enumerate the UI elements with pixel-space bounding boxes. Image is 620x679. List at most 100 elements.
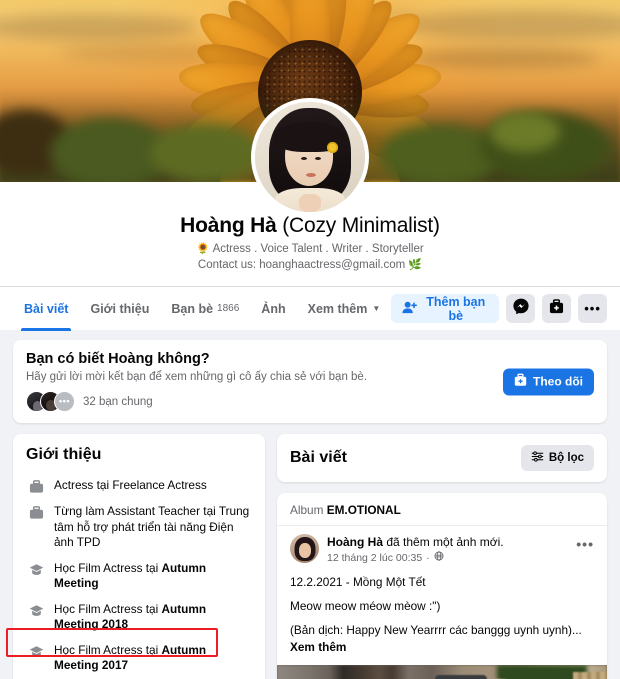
- chevron-down-icon: ▼: [372, 304, 381, 313]
- add-friend-label: Thêm bạn bè: [426, 294, 486, 323]
- post-author-line: Hoàng Hà đã thêm một ảnh mới.: [327, 535, 504, 549]
- foliage-blob: [490, 112, 560, 152]
- follow-label: Theo dõi: [533, 374, 583, 389]
- tab-bai-viet[interactable]: Bài viết: [13, 287, 79, 331]
- content-columns: Giới thiệu Actress tại Freelance Actress: [13, 434, 607, 679]
- post-line-3: (Bản dịch: Happy New Yearrrr các banggg …: [290, 622, 594, 656]
- bio-line-1: 🌻 Actress . Voice Talent . Writer . Stor…: [0, 242, 620, 258]
- tab-anh[interactable]: Ảnh: [250, 287, 296, 331]
- graduation-cap-icon: [28, 602, 45, 618]
- profile-avatar[interactable]: [251, 98, 369, 216]
- post-author-avatar[interactable]: [290, 534, 319, 563]
- mutual-friends-count: 32 bạn chung: [83, 395, 153, 408]
- profile-bio: 🌻 Actress . Voice Talent . Writer . Stor…: [0, 242, 620, 273]
- message-button[interactable]: [506, 294, 536, 323]
- mutual-avatar-stack: •••: [26, 391, 75, 412]
- tab-label: Xem thêm: [307, 301, 368, 316]
- intro-item-prefix: Học Film Actress tại: [54, 601, 162, 616]
- ellipsis-icon: •••: [59, 396, 70, 406]
- avatar-eye: [315, 157, 321, 160]
- bio-line-2: Contact us: hoanghaactress@gmail.com 🌿: [0, 258, 620, 274]
- photo-bamboo: [573, 672, 607, 679]
- briefcase-icon: [28, 504, 45, 520]
- tab-gioi-thieu[interactable]: Giới thiệu: [79, 287, 160, 331]
- post-line-2: Meow meow méow mèow :"): [290, 599, 441, 613]
- tab-label: Giới thiệu: [90, 301, 150, 316]
- globe-icon: [434, 551, 444, 564]
- add-friend-button[interactable]: Thêm bạn bè: [391, 294, 500, 323]
- intro-item-prefix: Học Film Actress tại: [54, 560, 162, 575]
- intro-title: Giới thiệu: [26, 446, 102, 463]
- tab-label: Ảnh: [261, 301, 286, 316]
- profile-header: Hoàng Hà (Cozy Minimalist) 🌻 Actress . V…: [0, 98, 620, 331]
- tab-xem-them[interactable]: Xem thêm ▼: [297, 287, 392, 331]
- post-line-1: 12.2.2021 - Mồng Một Tết: [290, 575, 426, 589]
- avatar-hairclip: [327, 142, 338, 153]
- intro-item-prefix: Học Film Actress tại: [54, 642, 162, 657]
- post-card: Album EM.OTIONAL Hoàng Hà đã thêm một ản…: [277, 493, 607, 679]
- profile-nav: Bài viết Giới thiệu Bạn bè 1866 Ảnh Xem …: [0, 286, 620, 331]
- do-you-know-card: Bạn có biết Hoàng không? Hãy gửi lời mời…: [13, 340, 607, 423]
- add-friend-icon: [402, 301, 418, 317]
- filter-button[interactable]: Bộ lọc: [520, 445, 594, 471]
- post-header: Hoàng Hà đã thêm một ảnh mới. 12 tháng 2…: [277, 525, 607, 570]
- filter-icon: [531, 450, 544, 466]
- intro-item-label: Từng làm Assistant Teacher tại Trung tâm…: [54, 504, 250, 549]
- profile-name-suffix: (Cozy Minimalist): [282, 214, 440, 237]
- more-actions-button[interactable]: [542, 294, 572, 323]
- tab-label: Bạn bè: [171, 301, 214, 316]
- tab-ban-be[interactable]: Bạn bè 1866: [160, 287, 250, 331]
- page-title: Hoàng Hà (Cozy Minimalist): [0, 214, 620, 238]
- graduation-cap-icon: [28, 643, 45, 659]
- intro-item-work-2[interactable]: Từng làm Assistant Teacher tại Trung tâm…: [26, 499, 252, 556]
- avatar-hand: [299, 194, 321, 212]
- posts-header-card: Bài viết Bộ lọc: [277, 434, 607, 482]
- album-prefix: Album: [290, 503, 324, 517]
- avatar-lips: [306, 173, 316, 177]
- intro-item-education-3[interactable]: Học Film Actress tại Autumn Meeting 2017: [26, 638, 252, 679]
- intro-item-label: Actress tại Freelance Actress: [54, 478, 207, 492]
- intro-item-label: Học Film Actress tại Autumn Meeting: [54, 561, 250, 592]
- bio-contact: Contact us: hoanghaactress@gmail.com: [197, 258, 406, 271]
- post-photo[interactable]: [277, 665, 607, 679]
- posts-title: Bài viết: [290, 449, 347, 466]
- post-meta: Hoàng Hà đã thêm một ảnh mới. 12 tháng 2…: [327, 534, 504, 564]
- post-timestamp[interactable]: 12 tháng 2 lúc 00:35: [327, 552, 422, 564]
- intro-item-work-1[interactable]: Actress tại Freelance Actress: [26, 473, 252, 499]
- profile-name: Hoàng Hà: [180, 214, 277, 237]
- tab-label: Bài viết: [24, 301, 69, 316]
- mutual-avatar-overflow: •••: [54, 391, 75, 412]
- intro-item-label: Học Film Actress tại Autumn Meeting 2018: [54, 602, 250, 633]
- leaf-emoji-icon: 🌿: [408, 258, 423, 271]
- profile-body: Bạn có biết Hoàng không? Hãy gửi lời mời…: [0, 330, 620, 679]
- tab-friend-count: 1866: [217, 303, 240, 314]
- post-action-text: đã thêm một ảnh mới.: [383, 535, 504, 549]
- overflow-menu-button[interactable]: •••: [578, 294, 608, 323]
- briefcase-icon: [28, 478, 45, 494]
- ellipsis-icon: •••: [584, 301, 601, 316]
- profile-action-buttons: Thêm bạn bè •••: [391, 294, 608, 323]
- sunflower-emoji-icon: 🌻: [196, 243, 210, 255]
- intro-item-label: Học Film Actress tại Autumn Meeting 2017: [54, 643, 250, 674]
- facebook-profile-page: Hoàng Hà (Cozy Minimalist) 🌻 Actress . V…: [0, 0, 620, 679]
- avatar-eye: [301, 157, 307, 160]
- briefcase-plus-icon: [549, 298, 564, 319]
- post-author-name[interactable]: Hoàng Hà: [327, 535, 383, 549]
- follow-button[interactable]: Theo dõi: [503, 368, 594, 395]
- messenger-icon: [513, 298, 529, 319]
- post-timestamp-row: 12 tháng 2 lúc 00:35 ·: [327, 551, 504, 564]
- see-more-button[interactable]: Xem thêm: [290, 640, 346, 654]
- post-body: 12.2.2021 - Mồng Một Tết Meow meow méow …: [277, 570, 607, 665]
- separator-dot: ·: [426, 551, 430, 564]
- intro-item-education-1[interactable]: Học Film Actress tại Autumn Meeting: [26, 556, 252, 597]
- filter-label: Bộ lọc: [548, 452, 584, 464]
- left-column: Giới thiệu Actress tại Freelance Actress: [13, 434, 265, 679]
- bio-roles: Actress . Voice Talent . Writer . Storyt…: [212, 243, 424, 255]
- graduation-cap-icon: [28, 561, 45, 577]
- do-you-know-title: Bạn có biết Hoàng không?: [26, 351, 210, 367]
- post-album-row[interactable]: Album EM.OTIONAL: [277, 493, 607, 525]
- intro-item-education-2[interactable]: Học Film Actress tại Autumn Meeting 2018: [26, 597, 252, 638]
- post-menu-button[interactable]: •••: [576, 534, 594, 552]
- foliage-blob: [150, 124, 260, 182]
- intro-card: Giới thiệu Actress tại Freelance Actress: [13, 434, 265, 679]
